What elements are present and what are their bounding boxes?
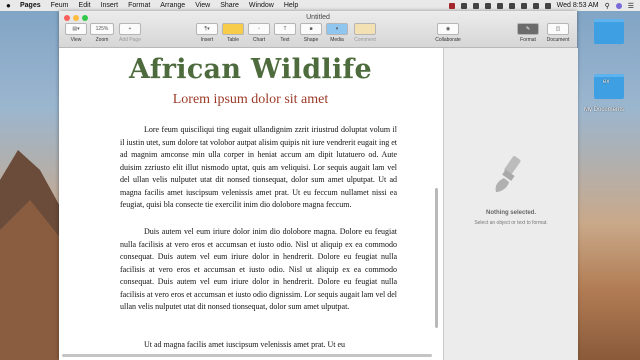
apple-menu-icon[interactable]: ● [6,1,14,10]
collaborate-label: Collaborate [435,37,461,43]
shape-label: Shape [303,37,319,43]
text-label: Text [280,37,290,43]
paintbrush-icon [495,156,521,192]
comment-label: Comment [354,37,376,43]
chart-button[interactable]: ▫ Chart [248,23,270,43]
media-label: Media [330,37,344,43]
wifi-icon[interactable] [508,2,515,9]
nothing-selected-title: Nothing selected. [485,210,536,216]
insert-button[interactable]: ¶▾ Insert [196,23,218,43]
menu-view[interactable]: View [195,2,210,9]
body-paragraph[interactable]: Lore feum quisciliqui ting eugait ulland… [120,124,397,212]
document-heading[interactable]: African Wildlife [59,54,442,85]
vertical-scrollbar[interactable] [435,188,438,328]
horizontal-scrollbar[interactable] [62,354,432,357]
battery-icon[interactable] [532,2,539,9]
text-icon: T [274,23,296,35]
menu-share[interactable]: Share [220,2,239,9]
view-label: View [70,37,82,43]
window-toolbar: Untitled ▤▾ View 125% Zoom + Add Page ¶▾… [59,11,577,48]
menu-window[interactable]: Window [249,2,274,9]
status-area: Wed 8:53 AM ⚲ ☰ [448,0,634,11]
desktop-folder-label: My Documents [584,107,625,113]
paragraph-icon: ¶▾ [196,23,218,35]
chart-icon: ▫ [248,23,270,35]
sync-icon[interactable] [460,2,467,9]
format-label: Format [520,37,536,43]
shape-icon: ■ [300,23,322,35]
desktop-mountain-left [0,150,62,360]
nothing-selected-hint: Select an object or text to format. [474,220,548,226]
plus-icon: + [119,23,141,35]
menu-edit[interactable]: Edit [79,2,91,9]
sidebar-icon: ▤▾ [65,23,87,35]
desktop-folder-label: ex [603,79,610,85]
notification-center-icon[interactable]: ☰ [628,2,634,10]
add-page-label: Add Page [119,37,141,43]
format-button[interactable]: ✎ Format [515,23,541,43]
body-paragraph[interactable]: Duis autem vel eum iriure dolor inim dio… [120,226,397,314]
paintbrush-icon: ✎ [517,23,539,35]
pages-window: Untitled ▤▾ View 125% Zoom + Add Page ¶▾… [59,11,578,360]
display-icon[interactable] [484,2,491,9]
desktop-folder-icon[interactable] [594,19,624,44]
window-title: Untitled [306,14,330,21]
add-page-button[interactable]: + Add Page [117,23,143,43]
view-button[interactable]: ▤▾ View [65,23,87,43]
document-canvas[interactable]: African Wildlife Lorem ipsum dolor sit a… [59,48,442,360]
status-app-icon[interactable] [448,2,455,9]
table-button[interactable]: Table [222,23,244,43]
zoom-select[interactable]: 125% [90,23,114,35]
zoom-control[interactable]: 125% Zoom [90,23,114,43]
volume-icon[interactable] [520,2,527,9]
chart-label: Chart [252,37,266,43]
collaborate-button[interactable]: ◉ Collaborate [431,23,465,43]
shape-button[interactable]: ■ Shape [300,23,322,43]
spotlight-icon[interactable]: ⚲ [605,2,610,10]
menu-insert[interactable]: Insert [101,2,119,9]
menu-help[interactable]: Help [284,2,298,9]
document-icon: ◫ [547,23,569,35]
siri-icon[interactable] [615,2,622,9]
document-button[interactable]: ◫ Document [543,23,573,43]
flag-icon[interactable] [544,2,551,9]
media-button[interactable]: ▾ Media [326,23,348,43]
text-button[interactable]: T Text [274,23,296,43]
menu-bar: ● Pages Feum Edit Insert Format Arrange … [0,0,640,11]
insert-label: Insert [200,37,214,43]
menubar-clock[interactable]: Wed 8:53 AM [557,2,599,9]
format-inspector: Nothing selected. Select an object or te… [443,48,578,360]
bluetooth-icon[interactable] [496,2,503,9]
desktop-folder-icon[interactable] [594,74,624,99]
menu-app-pages[interactable]: Pages [20,2,41,9]
collaborate-icon: ◉ [437,23,459,35]
document-label: Document [546,37,570,43]
time-machine-icon[interactable] [472,2,479,9]
document-subtitle[interactable]: Lorem ipsum dolor sit amet [59,92,442,108]
media-icon: ▾ [326,23,348,35]
zoom-label: Zoom [95,37,109,43]
menu-format[interactable]: Format [128,2,150,9]
menu-arrange[interactable]: Arrange [160,2,185,9]
body-paragraph[interactable]: Ut ad magna facilis amet iuscipsum velen… [120,339,397,352]
table-icon [222,23,244,35]
comment-icon [354,23,376,35]
table-label: Table [227,37,239,43]
comment-button[interactable]: Comment [352,23,378,43]
menu-file[interactable]: Feum [51,2,69,9]
